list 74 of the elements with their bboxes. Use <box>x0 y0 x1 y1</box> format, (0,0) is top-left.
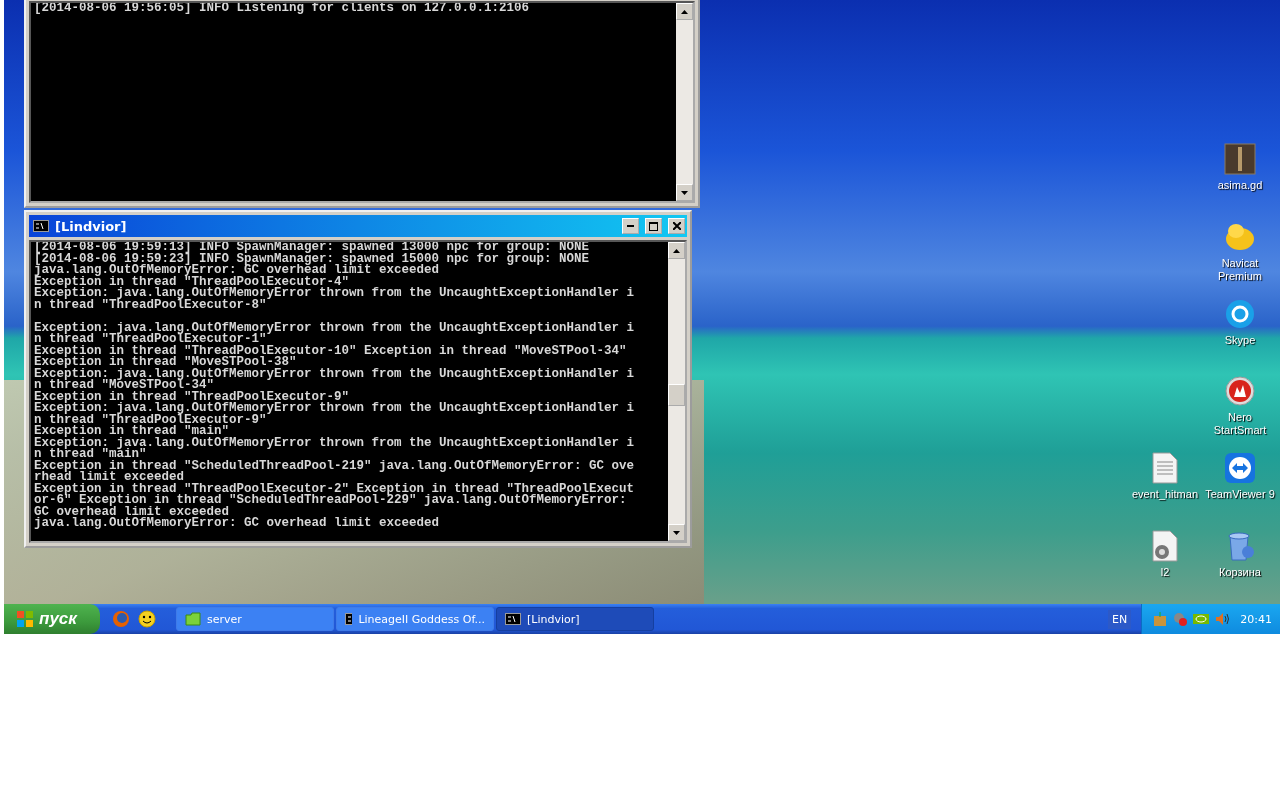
maximize-button[interactable] <box>645 218 662 234</box>
shortcut-label: asima.gd <box>1217 179 1263 192</box>
folder-icon <box>185 612 201 626</box>
up-arrow-icon[interactable] <box>673 248 680 253</box>
console-line: Exception: java.lang.OutOfMemoryError thrown from the UncaughtExceptionHandler i <box>34 322 636 334</box>
console-line: or-6" Exception in thread "ScheduledThreadPool-229" java.lang.OutOfMemoryError: <box>34 495 628 507</box>
desktop-shortcut[interactable]: Корзина <box>1203 530 1277 579</box>
console-icon <box>345 613 353 625</box>
eye-logo-icon[interactable] <box>1192 611 1211 627</box>
taskbar-button[interactable]: LineageII Goddess Of... <box>336 607 494 631</box>
console-line: java.lang.OutOfMemoryError: GC overhead limit exceeded <box>34 518 441 530</box>
console-line: rhead limit exceeded <box>34 472 185 484</box>
windows-flag-icon <box>16 610 34 628</box>
console-line: Exception: java.lang.OutOfMemoryError thrown from the UncaughtExceptionHandler i <box>34 288 636 300</box>
chat-bubble-icon <box>1224 298 1256 330</box>
down-arrow-icon[interactable] <box>673 530 680 535</box>
shortcut-label: l2 <box>1160 566 1170 579</box>
game-icon <box>1224 143 1256 175</box>
minimize-button[interactable] <box>622 218 639 234</box>
console-line: Exception in thread "MoveSTPool-38" <box>34 357 297 369</box>
desktop-shortcut[interactable]: event_hitman <box>1128 452 1202 501</box>
minimize-icon <box>627 225 634 227</box>
desktop-shortcut[interactable]: asima.gd <box>1203 143 1277 192</box>
shortcut-label: TeamViewer 9 <box>1205 488 1275 501</box>
gear-file-icon <box>1152 530 1178 562</box>
speaker-icon[interactable] <box>1214 611 1231 627</box>
scrollbar[interactable] <box>676 3 693 201</box>
language-indicator[interactable]: EN <box>1108 609 1132 629</box>
flame-icon <box>1224 375 1256 407</box>
teamviewer-icon <box>1224 452 1256 484</box>
console-line: Exception in thread "ThreadPoolExecutor-10" Exception in thread "MoveSTPool-34" <box>34 345 628 357</box>
taskbar-button[interactable]: server <box>176 607 334 631</box>
console-line: n thread "ThreadPoolExecutor-9" <box>34 414 267 426</box>
scrollbar-thumb[interactable] <box>668 384 685 406</box>
smiley-icon[interactable] <box>138 610 156 628</box>
console-line: Exception: java.lang.OutOfMemoryError thrown from the UncaughtExceptionHandler i <box>34 437 636 449</box>
console-line: [2014-08-06 19:59:23] INFO SpawnManager: spawned 15000 npc for group: NONE <box>34 253 591 265</box>
console-line: Exception in thread "ThreadPoolExecutor-2" Exception in thread "ThreadPoolExecut <box>34 483 636 495</box>
shortcut-label: Skype <box>1224 334 1256 347</box>
console-line: n thread "MoveSTPool-34" <box>34 380 215 392</box>
start-button[interactable]: пуск <box>4 604 100 634</box>
scrollbar[interactable] <box>668 242 685 541</box>
clock: 20:41 <box>1240 612 1272 626</box>
maximize-icon <box>649 221 658 231</box>
console-line: Exception: java.lang.OutOfMemoryError thrown from the UncaughtExceptionHandler i <box>34 403 636 415</box>
desktop-shortcut[interactable]: l2 <box>1128 530 1202 579</box>
console-line: Exception in thread "main" <box>34 426 230 438</box>
close-button[interactable] <box>668 218 685 234</box>
close-icon <box>672 222 681 230</box>
desktop-shortcut[interactable]: Skype <box>1203 298 1277 347</box>
taskbar-button[interactable]: [Lindvior] <box>496 607 654 631</box>
console-icon <box>33 220 49 232</box>
console-line: n thread "ThreadPoolExecutor-1" <box>34 334 267 346</box>
shortcut-label: Navicat Premium <box>1217 257 1263 283</box>
up-arrow-icon[interactable] <box>681 9 688 14</box>
desktop-shortcut[interactable]: TeamViewer 9 <box>1203 452 1277 501</box>
console-line: GC overhead limit exceeded <box>34 506 230 518</box>
console-icon <box>505 613 521 625</box>
console-line: Exception: java.lang.OutOfMemoryError thrown from the UncaughtExceptionHandler i <box>34 368 636 380</box>
console-line: n thread "ThreadPoolExecutor-8" <box>34 299 267 311</box>
console-line: Exception in thread "ThreadPoolExecutor-9" <box>34 391 350 403</box>
desktop-shortcut[interactable]: Nero StartSmart <box>1203 375 1277 437</box>
down-arrow-icon[interactable] <box>681 190 688 195</box>
shortcut-label: event_hitman <box>1131 488 1198 501</box>
console-line: Exception in thread "ThreadPoolExecutor-4" <box>34 276 350 288</box>
console-line: n thread "main" <box>34 449 147 461</box>
navicat-icon <box>1224 221 1256 253</box>
shortcut-label: Nero StartSmart <box>1212 411 1268 437</box>
window-title: [Lindvior] <box>55 218 128 234</box>
console-line: java.lang.OutOfMemoryError: GC overhead limit exceeded <box>34 265 441 277</box>
shortcut-label: Корзина <box>1219 566 1261 579</box>
console-line: Exception in thread "ScheduledThreadPool-219" java.lang.OutOfMemoryError: GC ove <box>34 460 636 472</box>
desktop-shortcut[interactable]: Navicat Premium <box>1203 221 1277 283</box>
document-icon <box>1152 452 1178 484</box>
